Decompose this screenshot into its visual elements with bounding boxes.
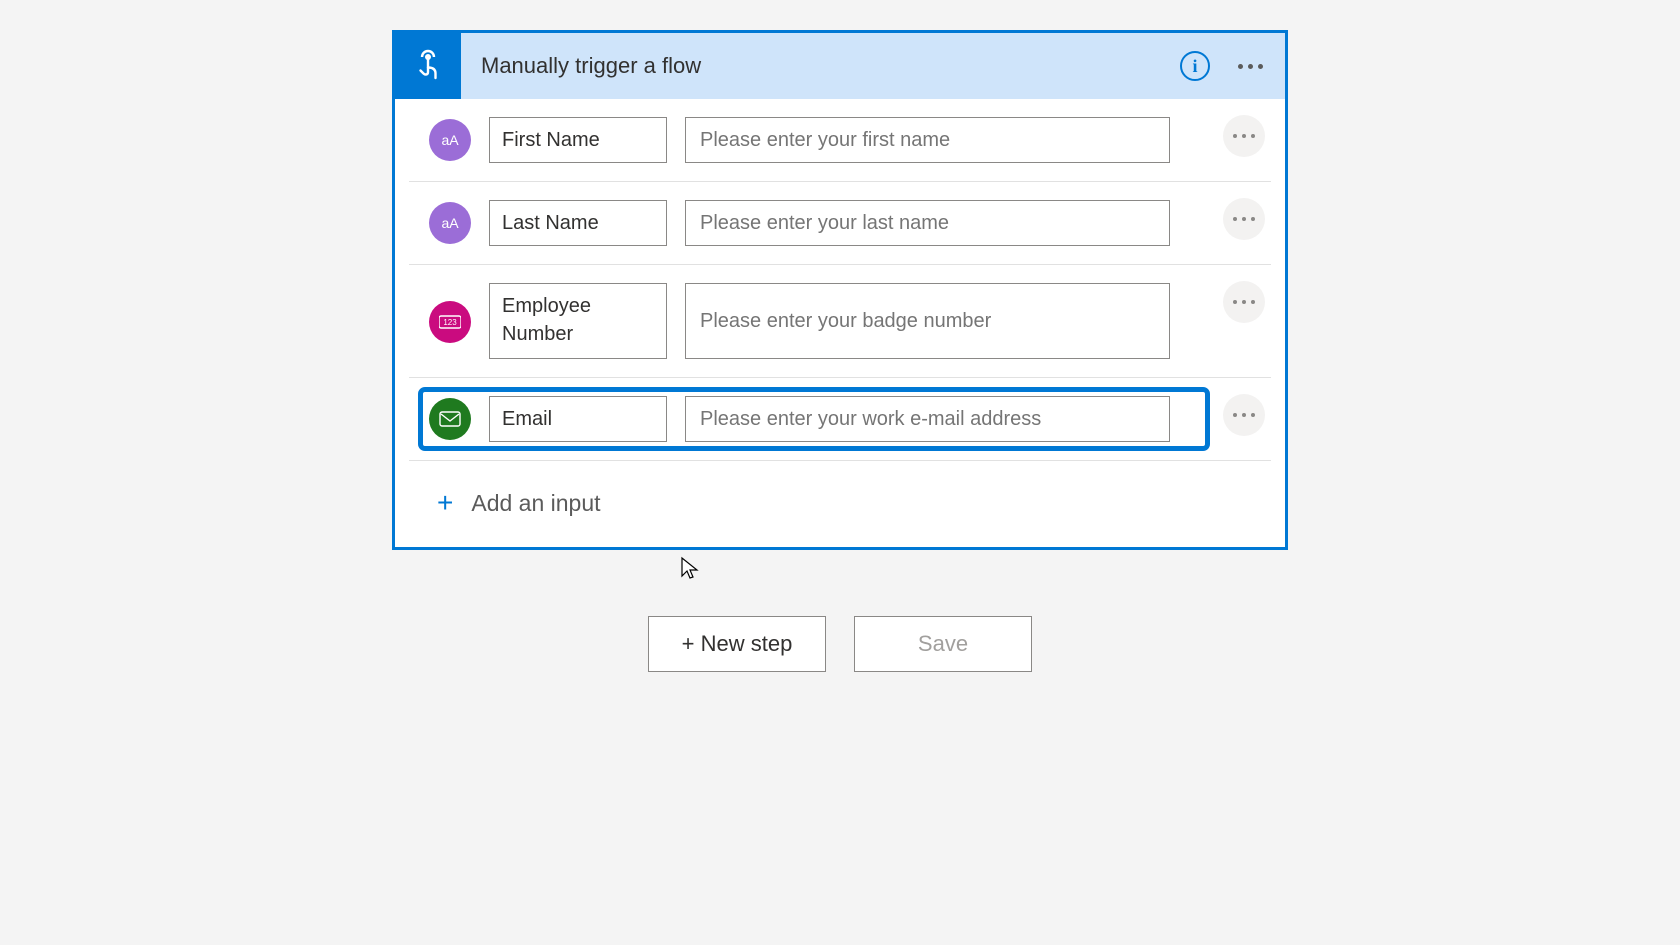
input-name-field[interactable] <box>489 283 667 359</box>
footer-buttons: + New step Save <box>0 616 1680 672</box>
text-type-icon: aA <box>429 119 471 161</box>
input-name-field[interactable] <box>489 200 667 246</box>
plus-icon: + <box>437 487 453 519</box>
input-description-field[interactable] <box>685 200 1170 246</box>
new-step-button[interactable]: + New step <box>648 616 826 672</box>
input-name-field[interactable] <box>489 396 667 442</box>
input-row-employee-number: 123 <box>409 265 1271 378</box>
add-input-label: Add an input <box>471 490 600 517</box>
input-rows: aA aA 123 <box>395 99 1285 460</box>
card-menu-button[interactable] <box>1238 64 1263 69</box>
trigger-icon-box <box>395 33 461 99</box>
input-row-menu[interactable] <box>1223 394 1265 436</box>
input-description-field[interactable] <box>685 283 1170 359</box>
input-name-field[interactable] <box>489 117 667 163</box>
input-row-first-name: aA <box>409 99 1271 182</box>
text-type-icon: aA <box>429 202 471 244</box>
add-input-button[interactable]: + Add an input <box>409 460 1271 547</box>
cursor-icon <box>680 556 700 582</box>
input-row-menu[interactable] <box>1223 198 1265 240</box>
svg-text:123: 123 <box>443 318 457 327</box>
input-description-field[interactable] <box>685 396 1170 442</box>
input-row-menu[interactable] <box>1223 281 1265 323</box>
touch-icon <box>410 48 446 84</box>
input-row-email <box>409 378 1271 460</box>
number-type-icon: 123 <box>429 301 471 343</box>
header-actions: i <box>1180 51 1285 81</box>
input-row-last-name: aA <box>409 182 1271 265</box>
input-row-menu[interactable] <box>1223 115 1265 157</box>
card-title: Manually trigger a flow <box>461 53 1180 79</box>
trigger-card: Manually trigger a flow i aA aA <box>392 30 1288 550</box>
email-type-icon <box>429 398 471 440</box>
info-icon[interactable]: i <box>1180 51 1210 81</box>
input-description-field[interactable] <box>685 117 1170 163</box>
save-button[interactable]: Save <box>854 616 1032 672</box>
card-header[interactable]: Manually trigger a flow i <box>395 33 1285 99</box>
